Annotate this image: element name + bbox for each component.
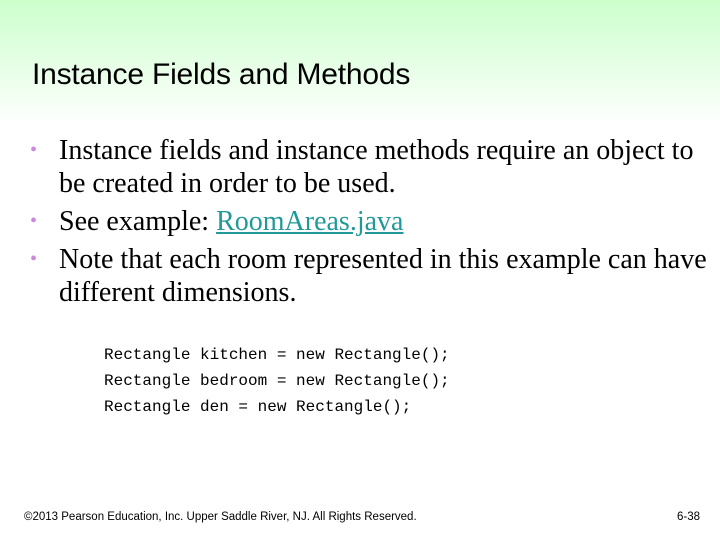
copyright-text: ©2013 Pearson Education, Inc. Upper Sadd… — [24, 511, 417, 523]
example-file-link[interactable]: RoomAreas.java — [216, 206, 403, 237]
bullet-icon: • — [30, 210, 38, 232]
code-line: Rectangle den = new Rectangle(); — [104, 398, 412, 416]
bullet-text: See example: — [59, 206, 217, 237]
bullet-icon: • — [30, 248, 38, 270]
page-number: 6-38 — [676, 511, 700, 523]
bullet-item: • Note that each room represented in thi… — [30, 243, 710, 309]
bullet-text: Note that each room represented in this … — [59, 244, 707, 308]
bullet-item: • Instance fields and instance methods r… — [30, 134, 710, 200]
code-line: Rectangle kitchen = new Rectangle(); — [104, 346, 450, 364]
bullet-list: • Instance fields and instance methods r… — [30, 134, 710, 314]
bullet-item: • See example: RoomAreas.java — [30, 205, 710, 238]
footer: ©2013 Pearson Education, Inc. Upper Sadd… — [24, 511, 700, 523]
code-line: Rectangle bedroom = new Rectangle(); — [104, 372, 450, 390]
bullet-icon: • — [30, 139, 38, 161]
bullet-text: Instance fields and instance methods req… — [59, 135, 694, 199]
slide-title: Instance Fields and Methods — [32, 58, 411, 91]
code-block: Rectangle kitchen = new Rectangle(); Rect… — [104, 342, 450, 420]
